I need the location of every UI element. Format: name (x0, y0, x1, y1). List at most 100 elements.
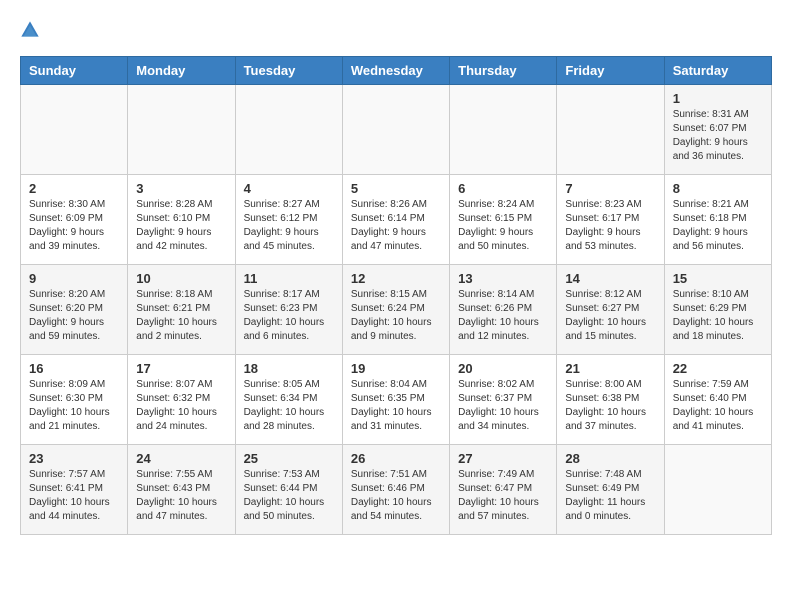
day-info: Sunrise: 7:59 AM Sunset: 6:40 PM Dayligh… (673, 378, 763, 434)
calendar-cell: 1 Sunrise: 8:31 AM Sunset: 6:07 PM Daylig… (664, 85, 771, 175)
day-info: Sunrise: 8:21 AM Sunset: 6:18 PM Dayligh… (673, 198, 763, 254)
day-info: Sunrise: 8:18 AM Sunset: 6:21 PM Dayligh… (136, 288, 226, 344)
day-info: Sunrise: 8:31 AM Sunset: 6:07 PM Dayligh… (673, 108, 763, 164)
calendar-cell: 11 Sunrise: 8:17 AM Sunset: 6:23 PM Dayli… (235, 265, 342, 355)
day-info: Sunrise: 8:05 AM Sunset: 6:34 PM Dayligh… (244, 378, 334, 434)
day-number: 15 (673, 271, 763, 286)
day-number: 27 (458, 451, 548, 466)
logo-icon (20, 20, 40, 40)
day-info: Sunrise: 7:49 AM Sunset: 6:47 PM Dayligh… (458, 468, 548, 524)
calendar-cell: 24 Sunrise: 7:55 AM Sunset: 6:43 PM Dayli… (128, 445, 235, 535)
day-number: 5 (351, 181, 441, 196)
calendar-cell: 2 Sunrise: 8:30 AM Sunset: 6:09 PM Daylig… (21, 175, 128, 265)
day-number: 14 (565, 271, 655, 286)
calendar-cell: 21 Sunrise: 8:00 AM Sunset: 6:38 PM Dayli… (557, 355, 664, 445)
calendar-cell: 14 Sunrise: 8:12 AM Sunset: 6:27 PM Dayli… (557, 265, 664, 355)
day-info: Sunrise: 8:23 AM Sunset: 6:17 PM Dayligh… (565, 198, 655, 254)
calendar-cell (21, 85, 128, 175)
calendar-cell (664, 445, 771, 535)
day-number: 9 (29, 271, 119, 286)
calendar-cell (342, 85, 449, 175)
day-number: 20 (458, 361, 548, 376)
calendar-cell: 23 Sunrise: 7:57 AM Sunset: 6:41 PM Dayli… (21, 445, 128, 535)
day-number: 16 (29, 361, 119, 376)
calendar-cell: 4Sunrise: 8:27 AM Sunset: 6:12 PM Daylig… (235, 175, 342, 265)
weekday-header-thursday: Thursday (450, 57, 557, 85)
day-number: 23 (29, 451, 119, 466)
weekday-header-sunday: Sunday (21, 57, 128, 85)
day-number: 3 (136, 181, 226, 196)
day-number: 17 (136, 361, 226, 376)
day-info: Sunrise: 7:48 AM Sunset: 6:49 PM Dayligh… (565, 468, 655, 524)
day-info: Sunrise: 7:57 AM Sunset: 6:41 PM Dayligh… (29, 468, 119, 524)
calendar-cell: 9 Sunrise: 8:20 AM Sunset: 6:20 PM Daylig… (21, 265, 128, 355)
day-number: 19 (351, 361, 441, 376)
day-number: 2 (29, 181, 119, 196)
calendar-cell: 27 Sunrise: 7:49 AM Sunset: 6:47 PM Dayli… (450, 445, 557, 535)
weekday-header-tuesday: Tuesday (235, 57, 342, 85)
day-number: 7 (565, 181, 655, 196)
day-number: 8 (673, 181, 763, 196)
day-info: Sunrise: 8:14 AM Sunset: 6:26 PM Dayligh… (458, 288, 548, 344)
day-info: Sunrise: 8:10 AM Sunset: 6:29 PM Dayligh… (673, 288, 763, 344)
calendar-cell: 19 Sunrise: 8:04 AM Sunset: 6:35 PM Dayli… (342, 355, 449, 445)
day-info: Sunrise: 7:55 AM Sunset: 6:43 PM Dayligh… (136, 468, 226, 524)
calendar-cell: 3 Sunrise: 8:28 AM Sunset: 6:10 PM Daylig… (128, 175, 235, 265)
week-row-4: 23 Sunrise: 7:57 AM Sunset: 6:41 PM Dayli… (21, 445, 772, 535)
week-row-3: 16 Sunrise: 8:09 AM Sunset: 6:30 PM Dayli… (21, 355, 772, 445)
day-info: Sunrise: 8:30 AM Sunset: 6:09 PM Dayligh… (29, 198, 119, 254)
calendar-cell: 22 Sunrise: 7:59 AM Sunset: 6:40 PM Dayli… (664, 355, 771, 445)
day-number: 21 (565, 361, 655, 376)
calendar-cell (450, 85, 557, 175)
day-number: 1 (673, 91, 763, 106)
calendar-cell: 13 Sunrise: 8:14 AM Sunset: 6:26 PM Dayli… (450, 265, 557, 355)
weekday-header-friday: Friday (557, 57, 664, 85)
day-info: Sunrise: 8:20 AM Sunset: 6:20 PM Dayligh… (29, 288, 119, 344)
day-info: Sunrise: 8:24 AM Sunset: 6:15 PM Dayligh… (458, 198, 548, 254)
week-row-1: 2 Sunrise: 8:30 AM Sunset: 6:09 PM Daylig… (21, 175, 772, 265)
page-header (20, 20, 772, 40)
week-row-0: 1 Sunrise: 8:31 AM Sunset: 6:07 PM Daylig… (21, 85, 772, 175)
calendar-cell (557, 85, 664, 175)
day-number: 13 (458, 271, 548, 286)
day-number: 26 (351, 451, 441, 466)
calendar-cell: 28 Sunrise: 7:48 AM Sunset: 6:49 PM Dayli… (557, 445, 664, 535)
calendar-cell: 17 Sunrise: 8:07 AM Sunset: 6:32 PM Dayli… (128, 355, 235, 445)
logo (20, 20, 44, 40)
calendar-cell: 20 Sunrise: 8:02 AM Sunset: 6:37 PM Dayli… (450, 355, 557, 445)
calendar-cell: 5 Sunrise: 8:26 AM Sunset: 6:14 PM Daylig… (342, 175, 449, 265)
calendar-cell (128, 85, 235, 175)
day-number: 22 (673, 361, 763, 376)
calendar-cell: 10 Sunrise: 8:18 AM Sunset: 6:21 PM Dayli… (128, 265, 235, 355)
day-info: Sunrise: 8:15 AM Sunset: 6:24 PM Dayligh… (351, 288, 441, 344)
day-info: Sunrise: 7:51 AM Sunset: 6:46 PM Dayligh… (351, 468, 441, 524)
week-row-2: 9 Sunrise: 8:20 AM Sunset: 6:20 PM Daylig… (21, 265, 772, 355)
weekday-header-monday: Monday (128, 57, 235, 85)
day-info: Sunrise: 7:53 AM Sunset: 6:44 PM Dayligh… (244, 468, 334, 524)
day-info: Sunrise: 8:09 AM Sunset: 6:30 PM Dayligh… (29, 378, 119, 434)
calendar-cell: 12 Sunrise: 8:15 AM Sunset: 6:24 PM Dayli… (342, 265, 449, 355)
day-number: 11 (244, 271, 334, 286)
calendar-cell: 26 Sunrise: 7:51 AM Sunset: 6:46 PM Dayli… (342, 445, 449, 535)
day-info: Sunrise: 8:04 AM Sunset: 6:35 PM Dayligh… (351, 378, 441, 434)
day-number: 10 (136, 271, 226, 286)
day-number: 6 (458, 181, 548, 196)
day-number: 25 (244, 451, 334, 466)
calendar-cell: 7 Sunrise: 8:23 AM Sunset: 6:17 PM Daylig… (557, 175, 664, 265)
calendar-cell: 8 Sunrise: 8:21 AM Sunset: 6:18 PM Daylig… (664, 175, 771, 265)
day-info: Sunrise: 8:00 AM Sunset: 6:38 PM Dayligh… (565, 378, 655, 434)
calendar-cell: 25 Sunrise: 7:53 AM Sunset: 6:44 PM Dayli… (235, 445, 342, 535)
day-info: Sunrise: 8:26 AM Sunset: 6:14 PM Dayligh… (351, 198, 441, 254)
day-info: Sunrise: 8:28 AM Sunset: 6:10 PM Dayligh… (136, 198, 226, 254)
day-info: Sunrise: 8:02 AM Sunset: 6:37 PM Dayligh… (458, 378, 548, 434)
day-number: 24 (136, 451, 226, 466)
day-number: 12 (351, 271, 441, 286)
day-info: Sunrise: 8:17 AM Sunset: 6:23 PM Dayligh… (244, 288, 334, 344)
weekday-header-row: SundayMondayTuesdayWednesdayThursdayFrid… (21, 57, 772, 85)
calendar-cell (235, 85, 342, 175)
day-info: Sunrise: 8:12 AM Sunset: 6:27 PM Dayligh… (565, 288, 655, 344)
day-info: Sunrise: 8:07 AM Sunset: 6:32 PM Dayligh… (136, 378, 226, 434)
day-number: 28 (565, 451, 655, 466)
weekday-header-saturday: Saturday (664, 57, 771, 85)
calendar-cell: 18Sunrise: 8:05 AM Sunset: 6:34 PM Dayli… (235, 355, 342, 445)
